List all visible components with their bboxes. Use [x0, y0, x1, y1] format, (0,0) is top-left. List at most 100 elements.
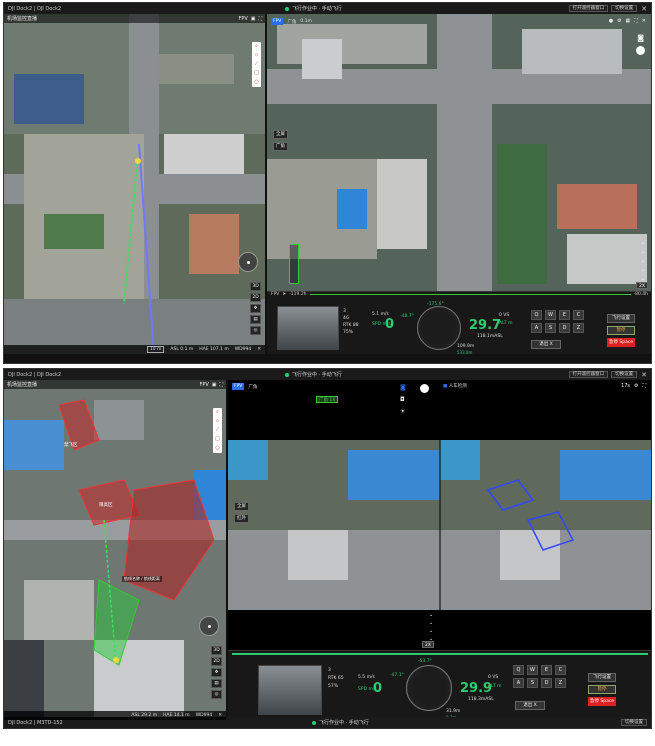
line-icon[interactable]: ⟋	[255, 60, 259, 69]
fullscreen-icon[interactable]: ⛶	[642, 383, 646, 389]
shutter-button[interactable]	[420, 384, 429, 393]
map-compass[interactable]	[199, 616, 219, 636]
key-e[interactable]: E	[559, 310, 570, 320]
zoom-level[interactable]: 2X	[636, 282, 648, 289]
record-icon[interactable]: ●	[609, 18, 613, 24]
tab-fpv[interactable]: FPV	[271, 18, 284, 25]
tab-wide[interactable]: 广角	[287, 19, 296, 25]
key-d[interactable]: D	[541, 678, 552, 688]
line-icon[interactable]: ⟋	[216, 426, 220, 435]
close-icon[interactable]: ✕	[641, 371, 647, 379]
camera-thumbnail[interactable]	[277, 306, 339, 350]
measure-icon[interactable]: ◎	[250, 326, 261, 335]
timeline-track[interactable]	[309, 294, 631, 295]
flight-settings-button[interactable]: 飞行设置	[588, 673, 616, 682]
video-cam-icon[interactable]: ◘	[400, 396, 405, 403]
dock-window-2: DJI Dock2 | DJI Dock2 飞行作业中 · 手动飞行 打开遥控器…	[3, 368, 652, 729]
flight-settings-button[interactable]: 飞行设置	[607, 314, 635, 323]
key-c[interactable]: C	[555, 665, 566, 675]
view-2d-button[interactable]: 2D	[211, 657, 222, 666]
close-map-icon[interactable]: ✕	[257, 347, 261, 352]
emergency-stop-button[interactable]: 急停 Space	[588, 697, 616, 706]
search-icon[interactable]: ⌕	[216, 408, 219, 417]
zoom-level[interactable]: 2X	[422, 641, 434, 648]
gimbal-pitch-indicator	[289, 244, 299, 284]
view-2d-button[interactable]: 2D	[250, 293, 261, 302]
map-compass[interactable]	[238, 252, 258, 272]
key-s[interactable]: S	[527, 678, 538, 688]
close-video-icon[interactable]: ✕	[642, 18, 646, 24]
detection-mode[interactable]: ■ 人车检测	[443, 383, 467, 389]
tab-fpv[interactable]: FPV	[232, 383, 245, 390]
ir-mode-button[interactable]: 红外	[234, 514, 249, 523]
rect-icon[interactable]: □	[254, 69, 259, 78]
video-panel[interactable]: FPV 广角 广角 1X ◙ ◘ ☀ ■ 人车检测 17s ⚙ ⛶ 全屏 红外 …	[228, 380, 651, 650]
expand-icon[interactable]: ⛶	[258, 16, 262, 22]
pause-button[interactable]: 暂停	[588, 685, 616, 694]
timeline[interactable]: FPV ➤ -119.2h -80.4h	[271, 292, 648, 297]
pin-icon[interactable]: ⬦	[255, 51, 259, 60]
circle-icon[interactable]: ○	[215, 444, 219, 453]
emergency-stop-button[interactable]: 急停 Space	[607, 338, 635, 347]
grid-icon[interactable]: ▦	[626, 18, 631, 24]
fullscreen-button[interactable]: 全屏	[273, 130, 288, 139]
camera-icon[interactable]: ◙	[400, 384, 406, 391]
measure-icon[interactable]: ◎	[211, 690, 222, 699]
close-map-icon[interactable]: ✕	[218, 713, 222, 718]
view-3d-button[interactable]: 3D	[211, 646, 222, 655]
switch-settings-button[interactable]: 切换设置	[611, 371, 638, 378]
settings-icon[interactable]: ⚙	[634, 383, 638, 389]
close-icon[interactable]: ✕	[641, 5, 647, 13]
satellite-map[interactable]	[4, 14, 265, 354]
zoom-ladder[interactable]: •••••	[638, 239, 648, 284]
circle-icon[interactable]: ○	[254, 78, 258, 87]
key-s[interactable]: S	[545, 323, 556, 333]
key-z[interactable]: Z	[555, 678, 566, 688]
sun-icon[interactable]: ☀	[400, 408, 405, 415]
fullscreen-icon[interactable]: ⛶	[634, 18, 638, 24]
layers-icon[interactable]: ▤	[250, 315, 261, 324]
pause-button[interactable]: 暂停	[607, 326, 635, 335]
wide-mode-button[interactable]: 广角	[273, 142, 288, 151]
key-z[interactable]: Z	[573, 323, 584, 333]
camera-icon[interactable]: ◙	[637, 34, 644, 42]
pin-icon[interactable]: ⬦	[216, 417, 220, 426]
expand-icon[interactable]: ⛶	[219, 382, 223, 388]
key-q[interactable]: Q	[531, 310, 542, 320]
open-rc-window-button[interactable]: 打开遥控器窗口	[568, 5, 609, 12]
footer-settings-button[interactable]: 切换设置	[621, 719, 647, 726]
view-3d-button[interactable]: 3D	[250, 282, 261, 291]
shutter-button[interactable]	[636, 46, 645, 55]
key-e[interactable]: E	[541, 665, 552, 675]
fullscreen-button[interactable]: 全屏	[234, 502, 249, 511]
fpv-label[interactable]: FPV	[199, 382, 208, 388]
key-q[interactable]: Q	[513, 665, 524, 675]
locate-icon[interactable]: ✥	[211, 668, 222, 677]
exit-control-button[interactable]: 退出 X	[531, 340, 561, 349]
tab-wide[interactable]: 广角	[248, 384, 257, 390]
send-icon[interactable]: ➤	[282, 292, 286, 297]
key-d[interactable]: D	[559, 323, 570, 333]
camera-thumbnail[interactable]	[258, 665, 322, 715]
lock-icon[interactable]: ▣	[212, 382, 217, 388]
key-a[interactable]: A	[513, 678, 524, 688]
battery-readout: 75%	[343, 330, 354, 335]
video-panel[interactable]: FPV 广角 0.1m ● ⚙ ▦ ⛶ ✕ ◙ 全屏 广角 • • • • • 2X	[267, 14, 651, 291]
locate-icon[interactable]: ✥	[250, 304, 261, 313]
key-c[interactable]: C	[573, 310, 584, 320]
lock-icon[interactable]: ▣	[251, 16, 256, 22]
fpv-label[interactable]: FPV	[238, 16, 247, 22]
settings-icon[interactable]: ⚙	[617, 18, 621, 24]
exit-control-button[interactable]: 退出 X	[515, 701, 545, 710]
layers-icon[interactable]: ▤	[211, 679, 222, 688]
key-a[interactable]: A	[531, 323, 542, 333]
key-w[interactable]: W	[545, 310, 556, 320]
satellite-map[interactable]	[4, 380, 226, 720]
map-panel[interactable]: 机场监控直播 FPV ▣ ⛶ ⌕ ⬦ ⟋ □ ○ 3D 2D ✥ ▤ ◎ 10 …	[4, 14, 265, 354]
search-icon[interactable]: ⌕	[255, 42, 258, 51]
switch-settings-button[interactable]: 切换设置	[611, 5, 638, 12]
open-rc-window-button[interactable]: 打开遥控器窗口	[568, 371, 609, 378]
rect-icon[interactable]: □	[215, 435, 220, 444]
map-panel[interactable]: 机场监控直播 FPV ▣ ⛶ 禁飞区 限高区 航线名称 / 航线距离 ⌕ ⬦ ⟋…	[4, 380, 226, 720]
key-w[interactable]: W	[527, 665, 538, 675]
